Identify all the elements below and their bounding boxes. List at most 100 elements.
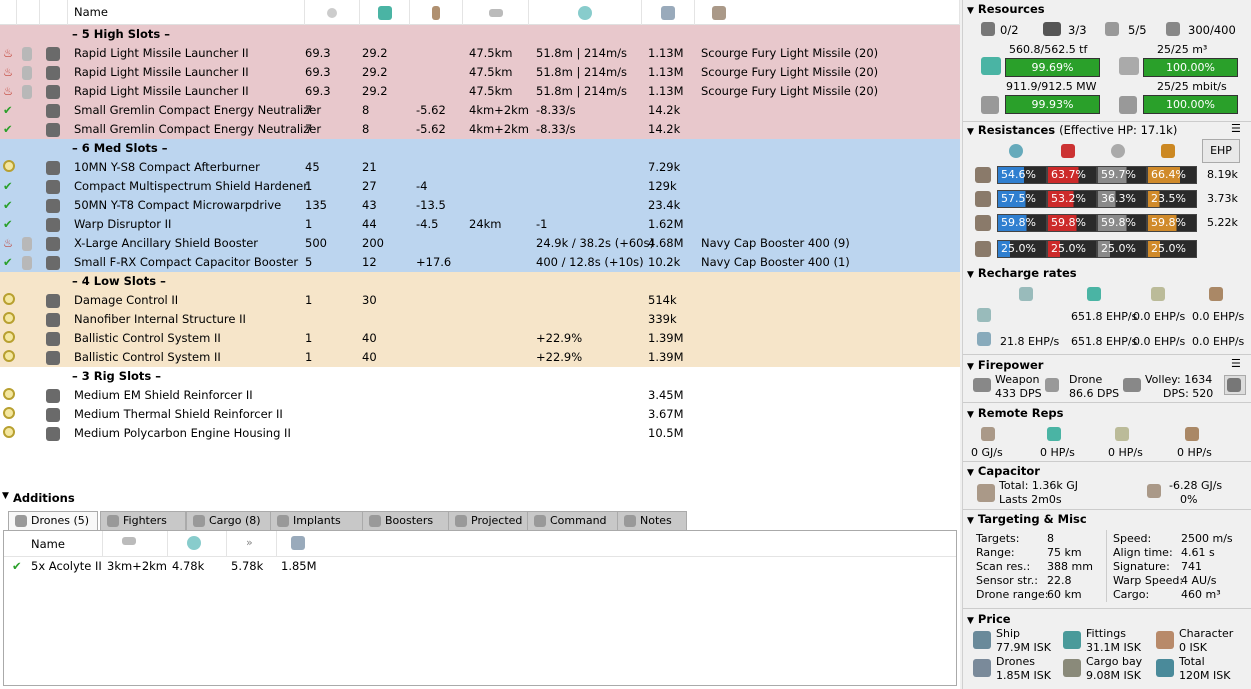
price-icon[interactable] bbox=[291, 536, 305, 550]
capacitor-title[interactable]: ▼ Capacitor bbox=[967, 464, 1040, 478]
module-icon bbox=[46, 217, 60, 232]
capacitor-rate: -6.28 GJ/s bbox=[1169, 479, 1223, 492]
range-icon[interactable] bbox=[122, 537, 136, 545]
overheat-icon[interactable]: ♨ bbox=[3, 46, 13, 61]
remote-cap-icon bbox=[981, 427, 995, 441]
online-icon[interactable] bbox=[3, 350, 15, 366]
active-check-icon[interactable]: ✔ bbox=[3, 255, 13, 270]
module-row[interactable]: ♨ X-Large Ancillary Shield Booster 500 200 2… bbox=[0, 234, 960, 253]
module-row[interactable]: Medium EM Shield Reinforcer II 3.45M bbox=[0, 386, 960, 405]
module-row[interactable]: Ballistic Control System II 1 40 +22.9% 1.39… bbox=[0, 329, 960, 348]
tab-boosters[interactable]: Boosters bbox=[362, 511, 453, 530]
module-name: Ballistic Control System II bbox=[74, 350, 221, 364]
header-cpu-icon[interactable] bbox=[305, 0, 360, 25]
menu-icon[interactable]: ☰ bbox=[1231, 122, 1241, 135]
volley: Volley: 1634 bbox=[1145, 373, 1213, 386]
module-row[interactable]: Medium Polycarbon Engine Housing II 10.5M bbox=[0, 424, 960, 443]
overheat-icon[interactable]: ♨ bbox=[3, 65, 13, 80]
active-check-icon[interactable]: ✔ bbox=[3, 103, 13, 118]
module-c3: -5.62 bbox=[416, 122, 446, 136]
drones-header: Name » bbox=[4, 531, 956, 557]
tab-fighters[interactable]: Fighters bbox=[100, 511, 186, 530]
module-row[interactable]: ✔ Small F-RX Compact Capacitor Booster 5 12… bbox=[0, 253, 960, 272]
module-c4: 4km+2km bbox=[469, 122, 529, 136]
header-price-icon[interactable] bbox=[642, 0, 695, 25]
module-c1: 69.3 bbox=[305, 84, 331, 98]
module-row[interactable]: 10MN Y-S8 Compact Afterburner 45 21 7.29k bbox=[0, 158, 960, 177]
module-row[interactable]: Medium Thermal Shield Reinforcer II 3.67M bbox=[0, 405, 960, 424]
tab-drones[interactable]: Drones (5) bbox=[8, 511, 98, 531]
module-c2: 29.2 bbox=[362, 65, 388, 79]
module-row[interactable]: Ballistic Control System II 1 40 +22.9% 1.39… bbox=[0, 348, 960, 367]
module-row[interactable]: Nanofiber Internal Structure II 339k bbox=[0, 310, 960, 329]
online-icon[interactable] bbox=[3, 331, 15, 347]
module-c3: -4 bbox=[416, 179, 428, 193]
misc-value: 2500 m/s bbox=[1181, 532, 1233, 545]
active-check-icon[interactable]: ✔ bbox=[12, 559, 22, 573]
module-name: Rapid Light Missile Launcher II bbox=[74, 65, 249, 79]
module-row[interactable]: ♨ Rapid Light Missile Launcher II 69.3 29.2… bbox=[0, 82, 960, 101]
drones-header-name[interactable]: Name bbox=[31, 537, 65, 551]
module-name: Warp Disruptor II bbox=[74, 217, 172, 231]
module-c2: 29.2 bbox=[362, 84, 388, 98]
recharge-title[interactable]: ▼ Recharge rates bbox=[967, 266, 1077, 280]
module-row[interactable]: ♨ Rapid Light Missile Launcher II 69.3 29.2… bbox=[0, 44, 960, 63]
tab-notes[interactable]: Notes bbox=[617, 511, 687, 530]
drone-row[interactable]: ✔ 5x Acolyte II 3km+2km 4.78k 5.78k 1.85… bbox=[4, 557, 956, 576]
price-ship-icon bbox=[973, 631, 991, 649]
active-check-icon[interactable]: ✔ bbox=[3, 179, 13, 194]
module-row[interactable]: ✔ Small Gremlin Compact Energy Neutralize… bbox=[0, 101, 960, 120]
overheat-icon[interactable]: ♨ bbox=[3, 236, 13, 251]
online-icon[interactable] bbox=[3, 293, 15, 309]
price-title[interactable]: ▼ Price bbox=[967, 612, 1011, 626]
online-icon[interactable] bbox=[3, 160, 15, 176]
module-c6: 129k bbox=[648, 179, 677, 193]
overheat-icon[interactable]: ♨ bbox=[3, 84, 13, 99]
module-row[interactable]: ♨ Rapid Light Missile Launcher II 69.3 29.2… bbox=[0, 63, 960, 82]
module-row[interactable]: Damage Control II 1 30 514k bbox=[0, 291, 960, 310]
speed-icon[interactable]: » bbox=[246, 536, 253, 549]
tab-command[interactable]: Command bbox=[527, 511, 622, 530]
resistances-title[interactable]: ▼ Resistances (Effective HP: 17.1k) bbox=[967, 123, 1177, 137]
ehp-toggle-button[interactable]: EHP bbox=[1202, 139, 1240, 163]
tab-implants[interactable]: Implants bbox=[270, 511, 364, 530]
online-icon[interactable] bbox=[3, 312, 15, 328]
effect-icon[interactable] bbox=[187, 536, 201, 550]
targeting-value: 388 mm bbox=[1047, 560, 1093, 573]
resources-title[interactable]: ▼ Resources bbox=[967, 2, 1045, 16]
online-icon[interactable] bbox=[3, 407, 15, 423]
online-icon[interactable] bbox=[3, 426, 15, 442]
active-check-icon[interactable]: ✔ bbox=[3, 198, 13, 213]
drone-bay-bar: 100.00% bbox=[1143, 58, 1238, 77]
active-check-icon[interactable]: ✔ bbox=[3, 122, 13, 137]
module-row[interactable]: ✔ Compact Multispectrum Shield Hardener 1 2… bbox=[0, 177, 960, 196]
module-name: Compact Multispectrum Shield Hardener bbox=[74, 179, 308, 193]
cpu-label: 560.8/562.5 tf bbox=[1009, 43, 1088, 56]
header-name[interactable]: Name bbox=[68, 0, 305, 25]
collapse-icon[interactable]: ▼ bbox=[2, 491, 9, 501]
firepower-menu-icon[interactable]: ☰ bbox=[1231, 357, 1241, 370]
header-range-icon[interactable] bbox=[463, 0, 529, 25]
module-c3: -13.5 bbox=[416, 198, 446, 212]
price-label: Fittings bbox=[1086, 627, 1126, 640]
targeting-title[interactable]: ▼ Targeting & Misc bbox=[967, 512, 1087, 526]
module-row[interactable]: ✔ Small Gremlin Compact Energy Neutralize… bbox=[0, 120, 960, 139]
remote-hull-icon bbox=[1185, 427, 1199, 441]
damage-pattern-button[interactable] bbox=[1224, 375, 1246, 395]
targeting-label: Drone range: bbox=[976, 588, 1049, 601]
active-check-icon[interactable]: ✔ bbox=[3, 217, 13, 232]
online-icon[interactable] bbox=[3, 388, 15, 404]
firepower-title[interactable]: ▼ Firepower bbox=[967, 358, 1043, 372]
module-row[interactable]: ✔ Warp Disruptor II 1 44 -4.5 24km -1 1.62M bbox=[0, 215, 960, 234]
capacitor-icon bbox=[977, 484, 995, 502]
tab-cargo[interactable]: Cargo (8) bbox=[186, 511, 272, 530]
recharge-shield-reinforced: 651.8 EHP/s bbox=[1071, 310, 1138, 323]
module-c6: 10.5M bbox=[648, 426, 684, 440]
header-ammo-icon[interactable] bbox=[695, 0, 960, 25]
header-effect-icon[interactable] bbox=[529, 0, 642, 25]
module-row[interactable]: ✔ 50MN Y-T8 Compact Microwarpdrive 135 43 -1… bbox=[0, 196, 960, 215]
header-powergrid-icon[interactable] bbox=[360, 0, 410, 25]
additions-header[interactable]: ▼ Additions bbox=[0, 489, 960, 507]
header-capacitor-icon[interactable] bbox=[410, 0, 463, 25]
remote-reps-title[interactable]: ▼ Remote Reps bbox=[967, 406, 1064, 420]
